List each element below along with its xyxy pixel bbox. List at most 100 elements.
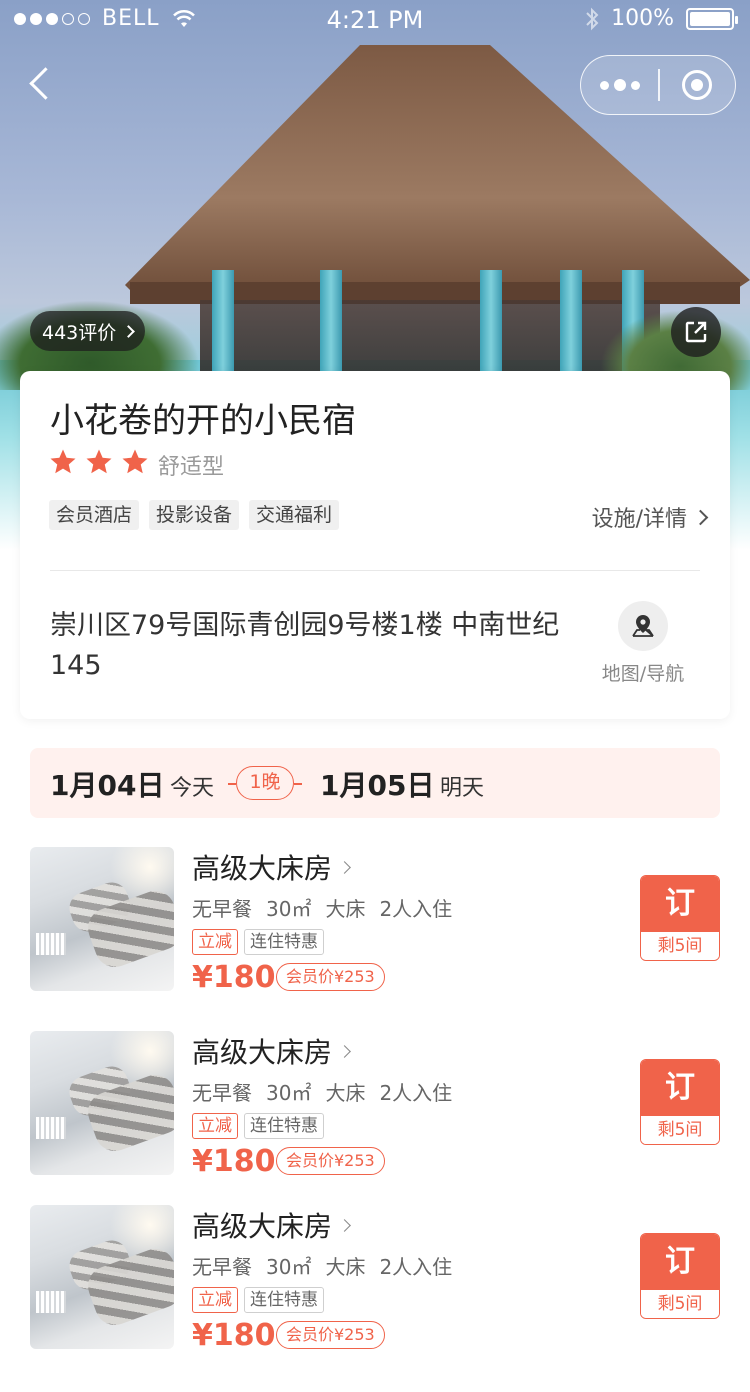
hotel-type: 舒适型 xyxy=(158,455,225,480)
hotel-address: 崇川区79号国际青创园9号楼1楼 中南世纪145 xyxy=(50,610,560,681)
room-tags: 立减 连住特惠 xyxy=(192,1113,324,1139)
room-spec: 大床 xyxy=(325,1081,366,1105)
room-name-link[interactable]: 高级大床房 xyxy=(192,1205,351,1245)
bluetooth-icon xyxy=(586,7,599,30)
checkin-date: 1月04日 xyxy=(50,769,165,802)
room-tags: 立减 连住特惠 xyxy=(192,1287,324,1313)
hotel-tags: 会员酒店 投影设备 交通福利 xyxy=(49,500,340,530)
room-spec: 无早餐 xyxy=(192,1081,252,1105)
room-spec: 2人入住 xyxy=(379,1081,453,1105)
book-button[interactable]: 订 剩5间 xyxy=(640,875,720,961)
room-price: ¥180 xyxy=(192,960,276,995)
room-specs: 无早餐 30㎡ 大床 2人入住 xyxy=(192,1077,466,1106)
chevron-right-icon xyxy=(692,509,709,525)
star-icon xyxy=(50,449,76,474)
nights-line-left xyxy=(228,783,236,785)
member-price-badge: 会员价¥253 xyxy=(276,963,385,991)
room-spec: 30㎡ xyxy=(266,897,312,921)
chevron-right-icon xyxy=(338,1218,351,1232)
room-name: 高级大床房 xyxy=(192,1210,333,1243)
external-link-icon xyxy=(685,321,707,343)
hero-pillar xyxy=(560,270,582,380)
map-pin-icon xyxy=(618,601,668,651)
hero-pillar xyxy=(212,270,234,380)
room-spec: 大床 xyxy=(325,897,366,921)
book-label: 订 xyxy=(641,1234,719,1290)
reviews-count-label: 443评价 xyxy=(42,321,117,344)
book-label: 订 xyxy=(641,876,719,932)
more-dot-icon xyxy=(613,79,626,91)
nights-badge: 1晚 xyxy=(236,766,294,800)
reviews-button[interactable]: 443评价 xyxy=(30,311,146,351)
room-tags: 立减 连住特惠 xyxy=(192,929,324,955)
room-item[interactable]: 高级大床房 无早餐 30㎡ 大床 2人入住 立减 连住特惠 ¥180 会员价¥253 … xyxy=(30,1031,720,1179)
map-navigation-label: 地图/导航 xyxy=(601,663,685,685)
more-menu-button[interactable] xyxy=(581,55,658,115)
close-miniprogram-button[interactable] xyxy=(660,55,735,115)
room-specs: 无早餐 30㎡ 大床 2人入住 xyxy=(192,893,466,922)
map-navigation-button[interactable]: 地图/导航 xyxy=(595,601,691,686)
stay-offer-tag: 连住特惠 xyxy=(244,1287,324,1313)
status-right: 100% xyxy=(585,6,738,31)
room-spec: 无早餐 xyxy=(192,897,252,921)
room-photo xyxy=(30,847,174,991)
member-price-badge: 会员价¥253 xyxy=(276,1147,385,1175)
nights-line-right xyxy=(294,783,302,785)
room-name-link[interactable]: 高级大床房 xyxy=(192,1031,351,1071)
hotel-tag: 交通福利 xyxy=(249,500,340,530)
room-photo xyxy=(30,1205,174,1349)
battery-percent: 100% xyxy=(611,6,674,31)
room-photo xyxy=(30,1031,174,1175)
room-specs: 无早餐 30㎡ 大床 2人入住 xyxy=(192,1251,466,1280)
checkout-label: 明天 xyxy=(440,776,485,801)
room-name-link[interactable]: 高级大床房 xyxy=(192,847,351,887)
checkin-label: 今天 xyxy=(170,776,215,801)
discount-tag: 立减 xyxy=(192,1113,238,1139)
stay-offer-tag: 连住特惠 xyxy=(244,929,324,955)
share-button[interactable] xyxy=(671,307,721,357)
room-price: ¥180 xyxy=(192,1318,276,1353)
battery-icon xyxy=(686,7,738,30)
rooms-remaining: 剩5间 xyxy=(641,1116,719,1144)
hotel-name: 小花卷的开的小民宿 xyxy=(50,401,356,441)
more-dot-icon xyxy=(630,80,640,90)
more-dot-icon xyxy=(599,80,609,90)
room-spec: 2人入住 xyxy=(379,897,453,921)
back-button[interactable] xyxy=(22,64,62,104)
chevron-right-icon xyxy=(338,860,351,874)
room-spec: 30㎡ xyxy=(266,1081,312,1105)
date-selector[interactable]: 1月04日 今天 1晚 1月05日 明天 xyxy=(30,748,720,818)
book-button[interactable]: 订 剩5间 xyxy=(640,1233,720,1319)
hotel-tag: 会员酒店 xyxy=(49,500,140,530)
miniprogram-capsule xyxy=(580,55,736,115)
discount-tag: 立减 xyxy=(192,929,238,955)
checkout-date: 1月05日 xyxy=(320,769,435,802)
chevron-right-icon xyxy=(122,324,136,338)
room-item[interactable]: 高级大床房 无早餐 30㎡ 大床 2人入住 立减 连住特惠 ¥180 会员价¥253 … xyxy=(30,1205,720,1353)
hotel-tag: 投影设备 xyxy=(149,500,240,530)
room-item[interactable]: 高级大床房 无早餐 30㎡ 大床 2人入住 立减 连住特惠 ¥180 会员价¥253 … xyxy=(30,847,720,995)
chevron-right-icon xyxy=(338,1044,351,1058)
room-name: 高级大床房 xyxy=(192,852,333,885)
member-price-badge: 会员价¥253 xyxy=(276,1321,385,1349)
star-icon xyxy=(86,449,112,474)
status-bar: BELL 4:21 PM 100% xyxy=(0,0,750,40)
book-button[interactable]: 订 剩5间 xyxy=(640,1059,720,1145)
divider xyxy=(50,570,700,571)
rooms-remaining: 剩5间 xyxy=(641,932,719,960)
room-spec: 大床 xyxy=(325,1255,366,1279)
facility-details-label: 设施/详情 xyxy=(591,507,687,532)
room-spec: 30㎡ xyxy=(266,1255,312,1279)
facility-details-link[interactable]: 设施/详情 xyxy=(591,501,709,533)
rooms-remaining: 剩5间 xyxy=(641,1290,719,1318)
hotel-info-card: 小花卷的开的小民宿 舒适型 会员酒店 投影设备 交通福利 设施/详情 崇川区79… xyxy=(20,371,730,719)
hero-pillar xyxy=(320,270,342,380)
star-rating xyxy=(48,447,150,477)
star-icon xyxy=(122,449,148,474)
room-price: ¥180 xyxy=(192,1144,276,1179)
stay-offer-tag: 连住特惠 xyxy=(244,1113,324,1139)
discount-tag: 立减 xyxy=(192,1287,238,1313)
room-name: 高级大床房 xyxy=(192,1036,333,1069)
book-label: 订 xyxy=(641,1060,719,1116)
hero-bar-counter xyxy=(200,300,660,380)
